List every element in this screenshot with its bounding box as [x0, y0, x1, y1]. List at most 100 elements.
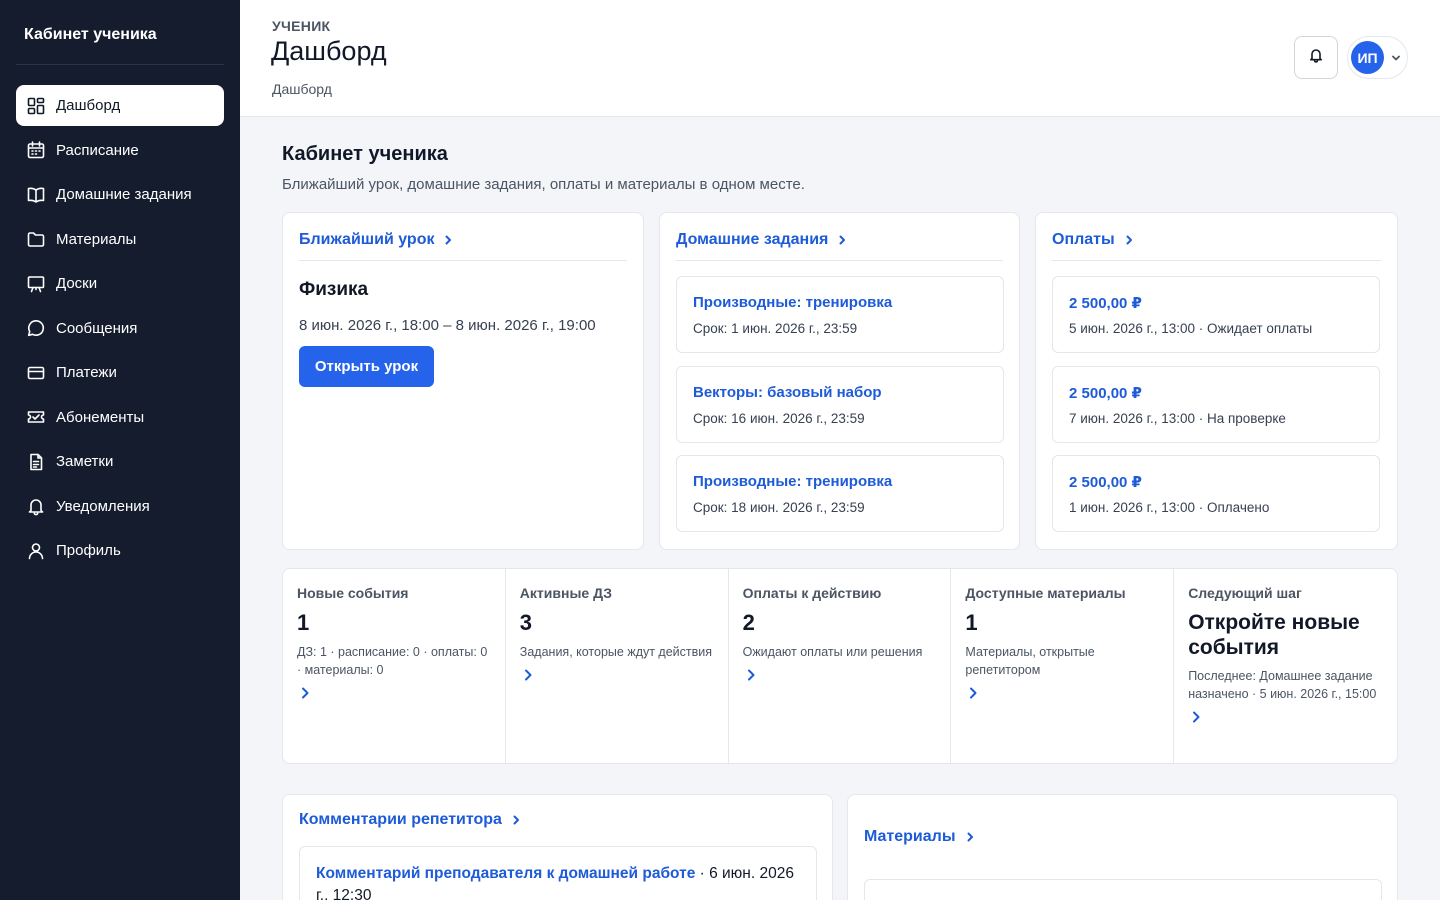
chat-icon — [26, 318, 46, 338]
sidebar-item-materials[interactable]: Материалы — [16, 219, 224, 260]
open-lesson-button[interactable]: Открыть урок — [299, 346, 434, 387]
stat-value: 2 — [742, 610, 755, 635]
stat-label: Следующий шаг — [1188, 585, 1302, 601]
stat-active-homework: Активные ДЗ 3 Задания, которые ждут дейс… — [506, 569, 729, 763]
sidebar-item-notes[interactable]: Заметки — [16, 441, 224, 482]
next-lesson-link[interactable]: Ближайший урок — [299, 231, 454, 249]
sidebar-item-label: Расписание — [56, 141, 139, 159]
sidebar-item-label: Дашборд — [56, 97, 121, 114]
next-lesson-header[interactable]: Ближайший урок — [299, 231, 627, 261]
comments-link[interactable]: Комментарии репетитора — [299, 811, 522, 829]
comments-header[interactable]: Комментарии репетитора — [299, 811, 816, 841]
lesson-subject: Физика — [299, 279, 369, 300]
stat-open-link[interactable] — [743, 667, 759, 683]
sidebar-item-label: Уведомления — [56, 497, 150, 515]
sidebar-item-dashboard[interactable]: Дашборд — [16, 85, 224, 126]
payment-item[interactable]: 2 500,00 ₽ 1 июн. 2026 г., 13:00 · Оплач… — [1052, 455, 1380, 532]
homework-item[interactable]: Векторы: базовый набор Срок: 16 июн. 202… — [676, 366, 1004, 443]
payments-link[interactable]: Оплаты — [1052, 231, 1135, 249]
homework-due: Срок: 1 июн. 2026 г., 23:59 — [693, 321, 858, 336]
stat-open-link[interactable] — [520, 667, 536, 683]
materials-header[interactable]: Материалы — [864, 828, 1381, 858]
section-title: Кабинет ученика — [282, 143, 448, 165]
homework-item[interactable]: Производные: тренировка Срок: 18 июн. 20… — [676, 455, 1004, 532]
stat-materials: Доступные материалы 1 Материалы, открыты… — [951, 569, 1175, 763]
bell-icon — [26, 496, 46, 516]
payment-info: 7 июн. 2026 г., 13:00 · На проверке — [1069, 411, 1286, 426]
stat-value: 3 — [519, 610, 533, 635]
sidebar-item-messages[interactable]: Сообщения — [16, 308, 224, 349]
sidebar-nav: Дашборд Расписание Домашние задания Мате… — [16, 85, 224, 575]
sidebar-item-schedule[interactable]: Расписание — [16, 130, 224, 171]
stat-open-link[interactable] — [965, 685, 981, 701]
book-icon — [26, 185, 46, 205]
payment-amount: 2 500,00 ₽ — [1069, 474, 1142, 491]
stat-label: Активные ДЗ — [519, 585, 612, 601]
calendar-icon — [26, 140, 46, 160]
sidebar-item-payments[interactable]: Платежи — [16, 352, 224, 393]
stats-row: Новые события 1 ДЗ: 1 · расписание: 0 · … — [282, 568, 1398, 764]
stat-payments-action: Оплаты к действию 2 Ожидают оплаты или р… — [729, 569, 952, 763]
stat-open-link[interactable] — [297, 685, 313, 701]
sidebar-item-subscriptions[interactable]: Абонементы — [16, 397, 224, 438]
user-icon — [26, 541, 46, 561]
homework-item[interactable]: Производные: тренировка Срок: 1 июн. 202… — [676, 276, 1004, 353]
sidebar-item-label: Заметки — [56, 453, 114, 470]
comment-link[interactable]: Комментарий преподавателя к домашней раб… — [316, 865, 695, 882]
material-item[interactable] — [864, 879, 1382, 900]
homework-header[interactable]: Домашние задания — [676, 231, 1003, 261]
sidebar-title: Кабинет ученика — [24, 26, 157, 43]
chevron-right-icon — [445, 235, 452, 245]
comment-item[interactable]: Комментарий преподавателя к домашней раб… — [299, 846, 817, 900]
sidebar-divider — [16, 64, 224, 65]
payment-amount: 2 500,00 ₽ — [1069, 295, 1142, 312]
payments-header[interactable]: Оплаты — [1052, 231, 1381, 261]
breadcrumb[interactable]: Дашборд — [272, 81, 332, 97]
chevron-right-icon — [747, 669, 755, 681]
user-menu-button[interactable]: ИП — [1347, 36, 1408, 79]
homework-link[interactable]: Домашние задания — [676, 231, 848, 249]
payment-item[interactable]: 2 500,00 ₽ 7 июн. 2026 г., 13:00 · На пр… — [1052, 366, 1380, 443]
stat-label: Доступные материалы — [965, 585, 1126, 601]
materials-card: Материалы — [847, 794, 1398, 900]
sidebar-item-label: Домашние задания — [56, 186, 192, 203]
dashboard-icon — [26, 96, 46, 116]
chevron-down-icon — [1392, 55, 1400, 60]
bell-icon — [1308, 47, 1324, 68]
payments-card: Оплаты 2 500,00 ₽ 5 июн. 2026 г., 13:00 … — [1035, 212, 1398, 550]
sidebar-item-homework[interactable]: Домашние задания — [16, 174, 224, 215]
homework-title: Векторы: базовый набор — [693, 384, 882, 401]
homework-title: Производные: тренировка — [693, 473, 893, 490]
payment-item[interactable]: 2 500,00 ₽ 5 июн. 2026 г., 13:00 · Ожида… — [1052, 276, 1380, 353]
payments-heading: Оплаты — [1052, 231, 1115, 248]
comments-heading: Комментарии репетитора — [299, 811, 502, 828]
notifications-button[interactable] — [1294, 36, 1338, 79]
lesson-time: 8 июн. 2026 г., 18:00 – 8 июн. 2026 г., … — [299, 317, 596, 334]
homework-card: Домашние задания Производные: тренировка… — [659, 212, 1020, 550]
materials-link[interactable]: Материалы — [864, 828, 976, 846]
section-subtitle: Ближайший урок, домашние задания, оплаты… — [282, 176, 805, 193]
sidebar-item-boards[interactable]: Доски — [16, 263, 224, 304]
card-icon — [26, 363, 46, 383]
payment-amount: 2 500,00 ₽ — [1069, 385, 1142, 402]
role-label: УЧЕНИК — [272, 18, 331, 34]
sidebar-item-notifications[interactable]: Уведомления — [16, 486, 224, 527]
sidebar-item-profile[interactable]: Профиль — [16, 530, 224, 571]
topbar: УЧЕНИК Дашборд Дашборд ИП — [240, 0, 1440, 117]
chevron-right-icon — [302, 687, 309, 699]
next-lesson-heading: Ближайший урок — [299, 231, 435, 248]
stat-open-link[interactable] — [1188, 709, 1204, 725]
stat-description: Ожидают оплаты или решения — [742, 645, 923, 659]
payment-info: 5 июн. 2026 г., 13:00 · Ожидает оплаты — [1069, 321, 1313, 336]
chevron-right-icon — [1193, 711, 1200, 723]
homework-title: Производные: тренировка — [693, 294, 893, 311]
stat-label: Оплаты к действию — [742, 585, 882, 601]
homework-heading: Домашние задания — [676, 231, 829, 248]
chevron-right-icon — [970, 687, 977, 699]
stat-value: 1 — [297, 610, 310, 635]
sidebar-item-label: Абонементы — [56, 408, 145, 426]
homework-due: Срок: 18 июн. 2026 г., 23:59 — [693, 500, 865, 515]
board-icon — [26, 274, 46, 294]
stat-next-step-text: Откройте новые события — [1188, 611, 1360, 659]
stat-description: Задания, которые ждут действия — [519, 645, 713, 659]
